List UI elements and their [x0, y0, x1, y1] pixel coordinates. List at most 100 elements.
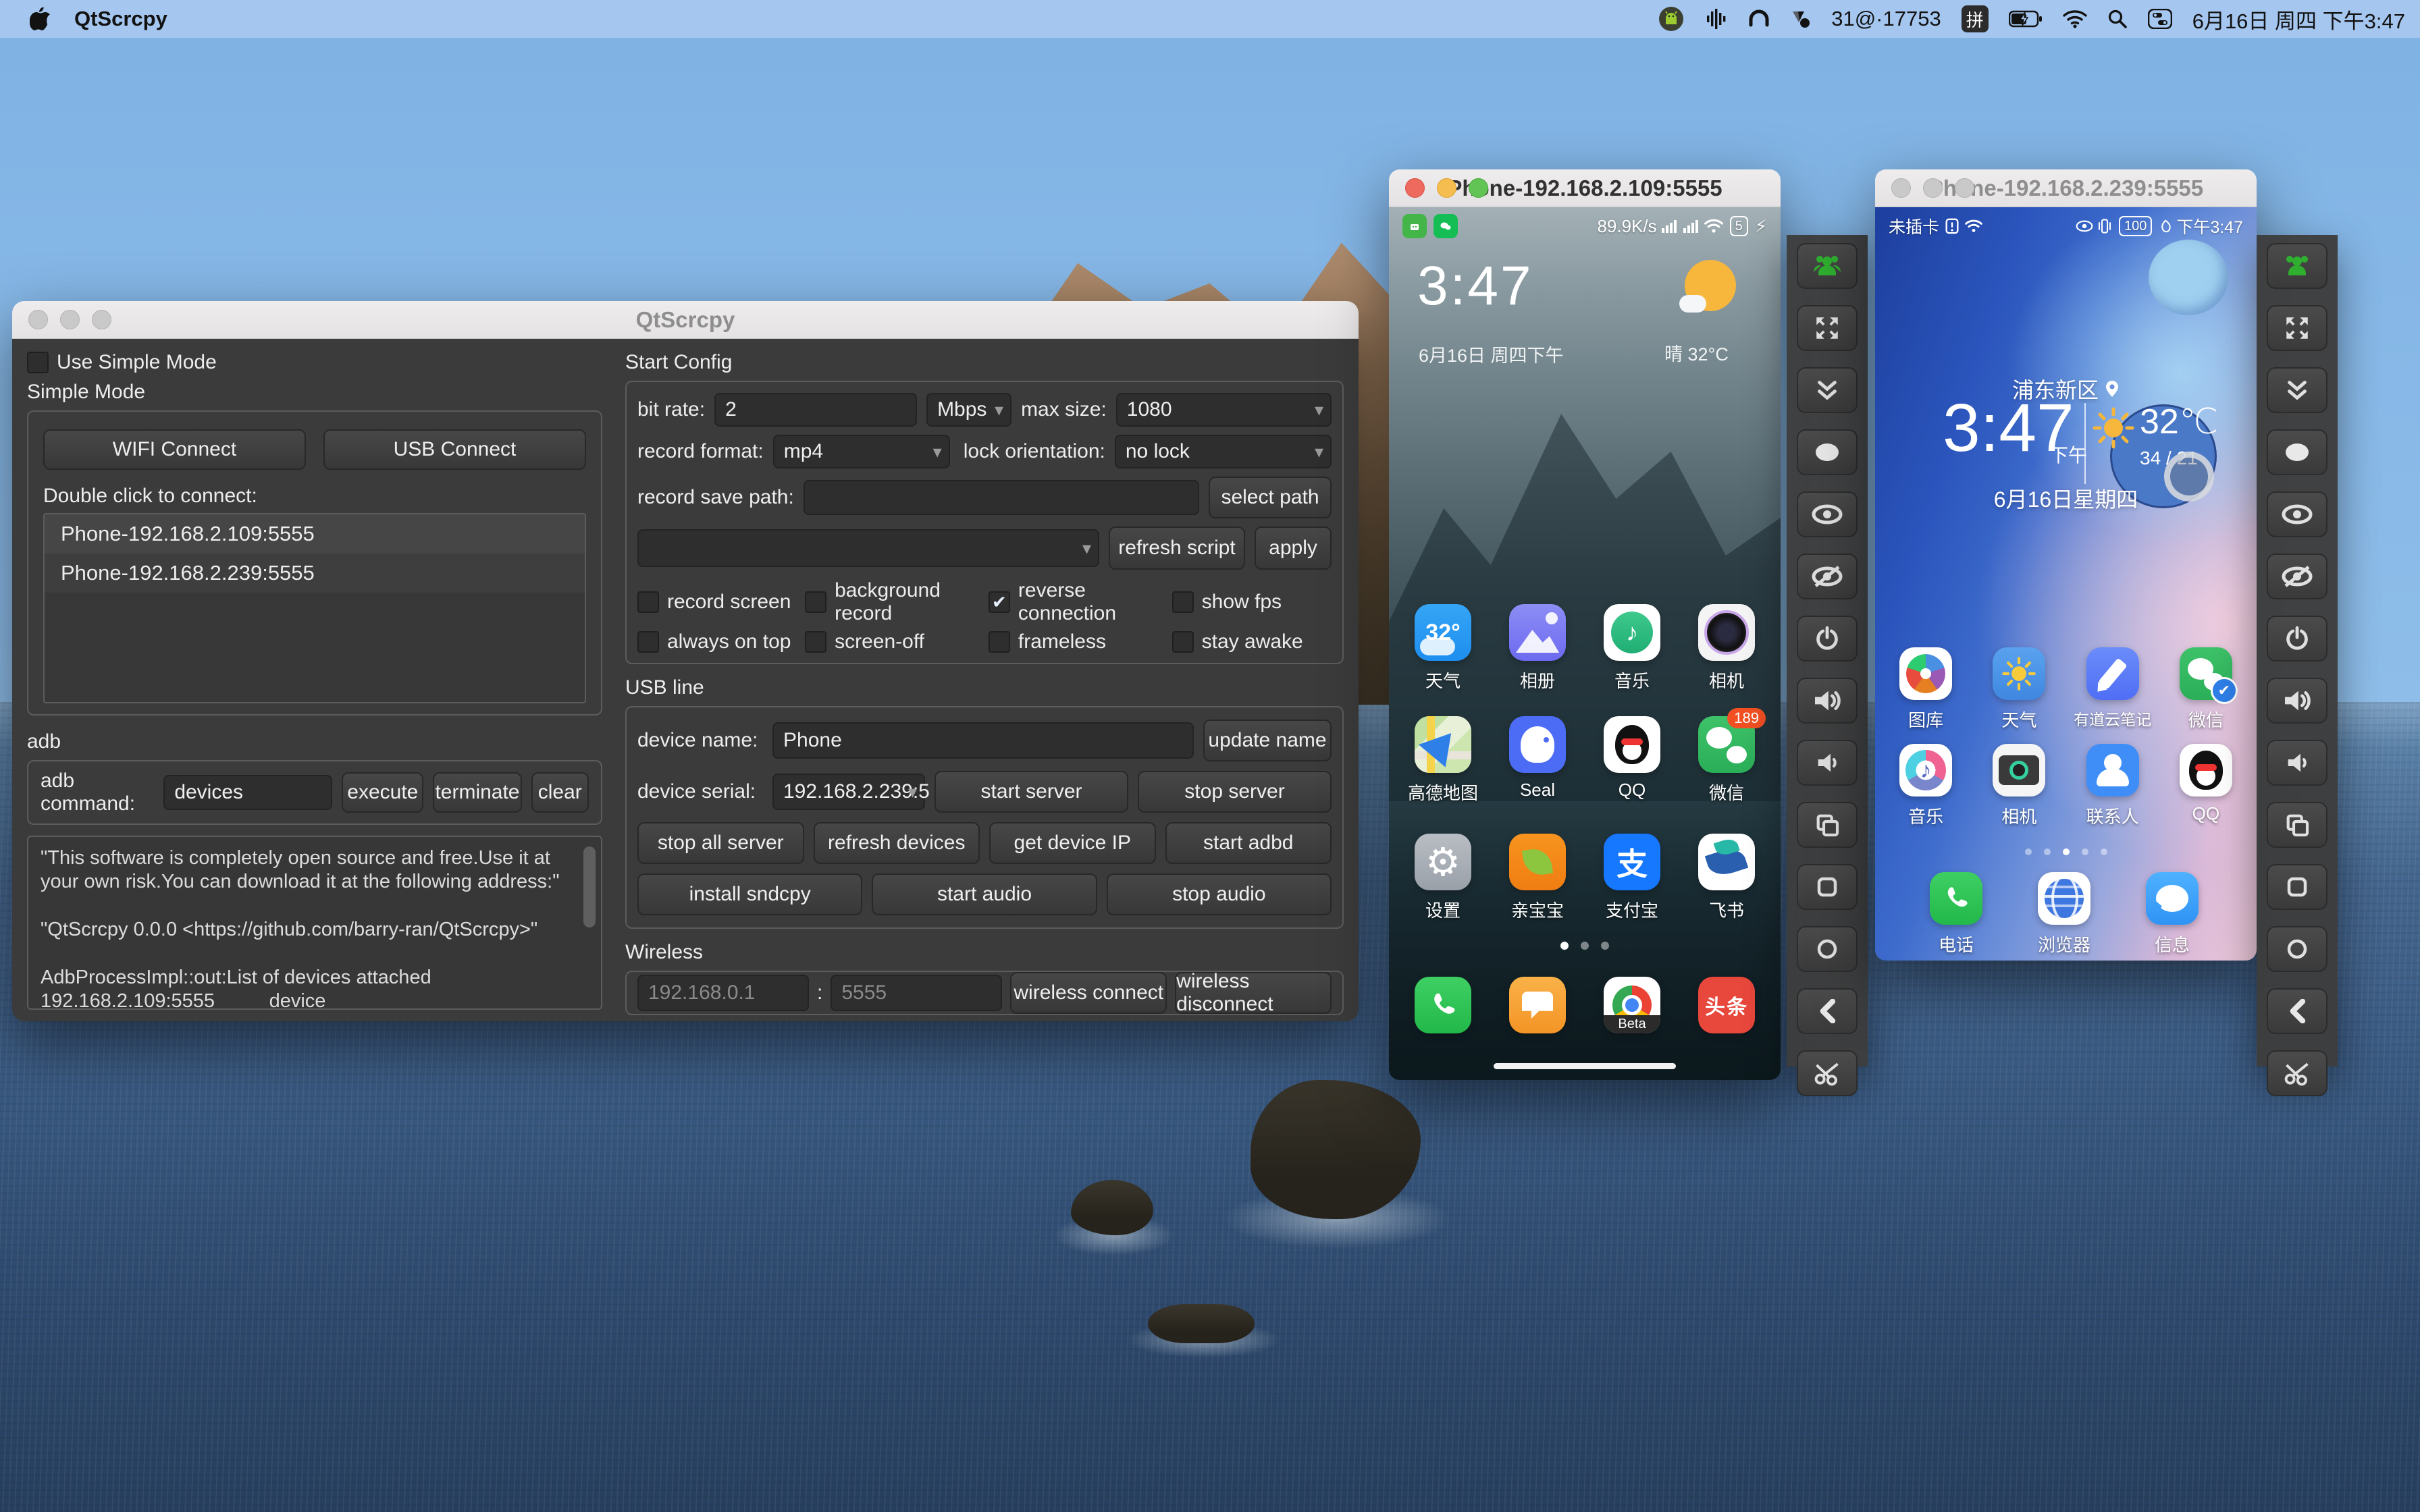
input-method-badge[interactable]: 拼: [1961, 5, 1989, 32]
home-indicator[interactable]: [1494, 1063, 1676, 1069]
audio-levels-icon[interactable]: [1704, 7, 1727, 30]
power-button[interactable]: [1797, 616, 1858, 662]
copy-button[interactable]: [2267, 802, 2327, 848]
minimize-button[interactable]: [1437, 178, 1456, 198]
update-name-button[interactable]: update name: [1203, 720, 1332, 761]
log-scrollbar[interactable]: [583, 846, 596, 927]
group-control-button[interactable]: [2267, 243, 2327, 289]
browser-app-icon[interactable]: [2038, 872, 2090, 925]
apply-button[interactable]: apply: [1255, 526, 1332, 570]
qinbaobao-app-icon[interactable]: [1509, 834, 1566, 890]
control-center-icon[interactable]: [2147, 9, 2172, 29]
refresh-script-button[interactable]: refresh script: [1109, 526, 1245, 570]
contacts-app-icon[interactable]: [2086, 744, 2139, 796]
select-path-button[interactable]: select path: [1209, 477, 1332, 518]
qtscrcpy-titlebar[interactable]: QtScrcpy: [12, 301, 1359, 339]
start-audio-button[interactable]: start audio: [872, 873, 1097, 915]
stop-audio-button[interactable]: stop audio: [1106, 873, 1332, 915]
spotlight-search-icon[interactable]: [2107, 9, 2128, 29]
home-button[interactable]: [2267, 926, 2327, 972]
zoom-button[interactable]: [1955, 178, 1974, 198]
wireless-connect-button[interactable]: wireless connect: [1010, 972, 1167, 1014]
frameless-checkbox[interactable]: [988, 631, 1010, 653]
dock-chrome[interactable]: Beta: [1587, 977, 1677, 1033]
adb-log-output[interactable]: "This software is completely open source…: [27, 836, 602, 1010]
wechat-app-icon[interactable]: 189: [1698, 708, 1766, 773]
volume-up-button[interactable]: [1797, 678, 1858, 724]
screen-off-button[interactable]: [2267, 554, 2327, 599]
ticker-icon[interactable]: [1791, 9, 1811, 29]
zoom-button[interactable]: [92, 310, 111, 329]
refresh-devices-button[interactable]: refresh devices: [813, 822, 980, 864]
app-alipay[interactable]: 支 支付宝: [1587, 834, 1677, 922]
group-control-button[interactable]: [1797, 243, 1858, 289]
volume-down-button[interactable]: [2267, 740, 2327, 786]
app-contacts[interactable]: 联系人: [2068, 744, 2157, 828]
volume-up-button[interactable]: [2267, 678, 2327, 724]
volume-down-button[interactable]: [1797, 740, 1858, 786]
home-button[interactable]: [1797, 926, 1858, 972]
close-button[interactable]: [1405, 178, 1425, 198]
stay-awake-checkbox[interactable]: [1172, 631, 1194, 653]
chrome-beta-app-icon[interactable]: Beta: [1604, 977, 1660, 1033]
app-gallery[interactable]: 图库: [1881, 647, 1970, 732]
screenshot-button[interactable]: [1797, 1050, 1858, 1096]
stop-server-button[interactable]: stop server: [1138, 771, 1332, 813]
close-button[interactable]: [1891, 178, 1911, 198]
app-weather[interactable]: 32° 天气: [1398, 604, 1488, 693]
app-camera[interactable]: 相机: [1974, 744, 2063, 828]
assistive-ball[interactable]: [2164, 452, 2214, 502]
max-size-combo[interactable]: 1080: [1115, 393, 1332, 427]
messages-app-icon[interactable]: [2146, 872, 2199, 925]
app-switch-button[interactable]: [1797, 864, 1858, 910]
device-list-item[interactable]: Phone-192.168.2.239:5555: [45, 554, 585, 593]
lock-orientation-combo[interactable]: no lock: [1114, 435, 1332, 468]
wechat-app-icon[interactable]: ✔: [2179, 647, 2238, 704]
reverse-connection-checkbox[interactable]: [988, 591, 1010, 613]
camera-app-icon[interactable]: [1698, 604, 1755, 661]
stop-all-server-button[interactable]: stop all server: [637, 822, 804, 864]
gallery-app-icon[interactable]: [1509, 604, 1566, 661]
dock-browser[interactable]: 浏览器: [2020, 872, 2109, 956]
weather-app-icon[interactable]: [1993, 647, 2046, 700]
minimize-button[interactable]: [1923, 178, 1943, 198]
execute-button[interactable]: execute: [342, 772, 424, 813]
record-screen-checkbox[interactable]: [637, 591, 659, 613]
device-list[interactable]: Phone-192.168.2.109:5555 Phone-192.168.2…: [43, 513, 586, 703]
device-serial-combo[interactable]: 192.168.2.239:5: [772, 774, 930, 810]
device-name-input[interactable]: [772, 722, 1194, 759]
start-server-button[interactable]: start server: [935, 771, 1128, 813]
terminate-button[interactable]: terminate: [433, 772, 522, 813]
wifi-connect-button[interactable]: WIFI Connect: [43, 429, 306, 470]
phone-app-icon[interactable]: [1415, 977, 1471, 1033]
headset-icon[interactable]: [1747, 7, 1770, 30]
bit-rate-input[interactable]: [714, 393, 918, 427]
settings-app-icon[interactable]: ⚙: [1415, 834, 1471, 890]
qq-app-icon[interactable]: [1604, 716, 1660, 773]
app-settings[interactable]: ⚙ 设置: [1398, 834, 1488, 922]
dock-toutiao[interactable]: 头条: [1682, 977, 1771, 1033]
dock-messaging[interactable]: [1493, 977, 1582, 1033]
device-list-item[interactable]: Phone-192.168.2.109:5555: [45, 514, 585, 554]
app-wechat[interactable]: 189 微信: [1682, 708, 1771, 805]
dock-phone[interactable]: 电话: [1912, 872, 2001, 956]
expand-down-button[interactable]: [1797, 367, 1858, 413]
ticker-text[interactable]: 31@·17753: [1831, 7, 1941, 31]
weather-app-icon[interactable]: 32°: [1415, 604, 1471, 661]
background-record-checkbox[interactable]: [805, 591, 827, 613]
close-button[interactable]: [28, 310, 48, 329]
back-button[interactable]: [1797, 988, 1858, 1034]
alipay-app-icon[interactable]: 支: [1604, 834, 1660, 890]
touch-button[interactable]: [2267, 429, 2327, 475]
adb-command-input[interactable]: [163, 775, 333, 810]
always-on-top-checkbox[interactable]: [637, 631, 659, 653]
app-amap[interactable]: 高德地图: [1398, 716, 1488, 805]
music-app-icon[interactable]: ♪: [1899, 744, 1953, 796]
screen-off-checkbox[interactable]: [805, 631, 827, 653]
record-save-path-input[interactable]: [803, 480, 1199, 515]
zoom-button[interactable]: [1469, 178, 1488, 198]
phone2-screen[interactable]: 未插卡 100 下午3:47 浦东新区 3:47 下午 32℃ 34 / 21 …: [1875, 207, 2257, 961]
copy-button[interactable]: [1797, 802, 1858, 848]
screen-on-button[interactable]: [2267, 491, 2327, 537]
wifi-icon[interactable]: [2063, 9, 2087, 28]
